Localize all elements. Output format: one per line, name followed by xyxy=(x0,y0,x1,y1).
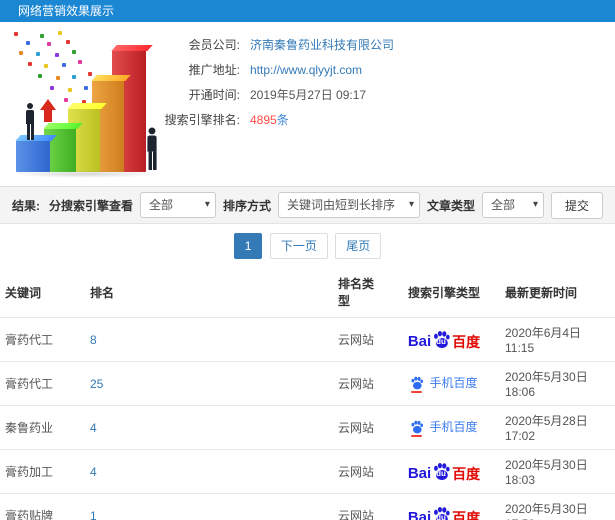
rank-link[interactable]: 1 xyxy=(90,509,97,520)
engine-cell: 手机百度 xyxy=(388,362,500,406)
table-header-row: 关键词 排名 排名类型 搜索引擎类型 最新更新时间 xyxy=(0,267,615,318)
keyword-cell: 秦鲁药业 xyxy=(5,421,54,435)
marketing-chart-illustration xyxy=(6,28,171,178)
keyword-ranking-table: 关键词 排名 排名类型 搜索引擎类型 最新更新时间 膏药代工 8 云网站 Bai du 百… xyxy=(0,267,615,520)
header-engine-type: 搜索引擎类型 xyxy=(407,285,480,300)
article-type-value: 全部 xyxy=(490,198,515,212)
baidu-mobile-underline xyxy=(411,390,423,393)
rank-count-value: 4895 xyxy=(250,113,277,127)
submit-button[interactable]: 提交 xyxy=(550,191,603,219)
open-time-row: 开通时间: 2019年5月27日 09:17 xyxy=(148,82,568,107)
next-page-button[interactable]: 下一页 xyxy=(269,233,328,259)
member-info-rows: 会员公司: 济南秦鲁药业科技有限公司 推广地址: http://www.qlyy… xyxy=(148,32,568,132)
article-type-select[interactable]: 全部 ▾ xyxy=(481,192,544,218)
engine-cell: 手机百度 xyxy=(388,406,500,450)
sort-filter-select[interactable]: 关键词由短到长排序 ▾ xyxy=(277,192,420,218)
rank-type-cell: 云网站 xyxy=(338,465,375,479)
baidu-paw-icon xyxy=(412,420,424,434)
keyword-cell: 膏药加工 xyxy=(5,465,54,479)
table-row: 膏药代工 25 云网站 手机百度 2020年5月30日 18:06 xyxy=(0,361,615,406)
floor-shadow xyxy=(10,170,160,178)
growth-arrow-icon xyxy=(40,99,56,122)
businessman-figure-right xyxy=(145,127,159,170)
rank-count-unit: 条 xyxy=(276,113,289,127)
update-time-cell: 2020年5月28日 17:02 xyxy=(505,414,588,443)
rank-cell: 4 xyxy=(85,406,333,450)
open-time-value: 2019年5月27日 09:17 xyxy=(250,88,367,102)
table-row: 膏药贴牌 1 云网站 Baidu百度 2020年5月30日 17:58 xyxy=(0,493,615,520)
rank-cell: 8 xyxy=(85,318,333,362)
update-time-cell: 2020年6月4日 11:15 xyxy=(505,326,582,355)
rank-count-label: 搜索引擎排名: xyxy=(164,113,240,127)
engine-filter-select[interactable]: 全部 ▾ xyxy=(139,192,216,218)
baidu-mobile-logo: 手机百度 xyxy=(410,418,478,437)
baidu-pc-logo: Bai du 百度 xyxy=(408,330,480,349)
baidu-pc-logo: Bai du 百度 xyxy=(408,506,480,520)
update-time-cell: 2020年5月30日 18:03 xyxy=(505,458,588,487)
page: 网络营销效果展示 会员公司: 济南秦鲁药业科技有限公司 推广地址: http:/… xyxy=(0,0,615,520)
rank-type-cell: 云网站 xyxy=(338,421,375,435)
businessman-figure-left xyxy=(24,103,36,140)
rank-link[interactable]: 4 xyxy=(90,465,97,479)
table-row: 秦鲁药业 4 云网站 手机百度 2020年5月28日 17:02 xyxy=(0,405,615,450)
rank-link[interactable]: 25 xyxy=(90,377,103,391)
engine-cell: Bai du 百度 xyxy=(388,494,500,520)
last-page-button[interactable]: 尾页 xyxy=(335,233,382,259)
sort-filter-value: 关键词由短到长排序 xyxy=(286,198,395,212)
page-1-button[interactable]: 1 xyxy=(233,233,263,259)
company-label: 会员公司: xyxy=(188,38,240,52)
engine-filter-label: 分搜索引擎查看 xyxy=(48,198,133,213)
rank-link[interactable]: 8 xyxy=(90,333,97,347)
rank-type-cell: 云网站 xyxy=(338,377,375,391)
results-filter-bar: 结果: 分搜索引擎查看 全部 ▾ 排序方式 关键词由短到长排序 ▾ 文章类型 全… xyxy=(0,186,615,224)
chevron-down-icon: ▾ xyxy=(204,199,210,210)
table-row: 膏药代工 8 云网站 Bai du 百度 2020年6月4日 11:15 xyxy=(0,317,615,362)
baidu-paw-icon xyxy=(412,376,424,390)
table-row: 膏药加工 4 云网站 Bai du 百度 2020年5月30日 18:03 xyxy=(0,449,615,494)
keyword-cell: 膏药代工 xyxy=(5,377,54,391)
baidu-mobile-underline xyxy=(411,434,423,437)
confetti-decoration xyxy=(14,32,18,36)
bar-blue xyxy=(16,140,50,172)
filter-group: 分搜索引擎查看 全部 ▾ 排序方式 关键词由短到长排序 ▾ 文章类型 全部 ▾ … xyxy=(48,191,603,219)
chevron-down-icon: ▾ xyxy=(532,199,538,210)
promo-url-row: 推广地址: http://www.qlyyjt.com xyxy=(148,57,568,82)
results-label: 结果: xyxy=(12,198,40,213)
rank-cell: 4 xyxy=(85,450,333,494)
rank-type-cell: 云网站 xyxy=(338,509,375,520)
pagination: 1 下一页 尾页 xyxy=(0,224,615,267)
sort-filter-label: 排序方式 xyxy=(222,198,271,213)
header-rank-type: 排名类型 xyxy=(338,277,375,308)
table-body: 膏药代工 8 云网站 Bai du 百度 2020年6月4日 11:15 膏药代工 25 云网站手… xyxy=(0,317,615,520)
open-time-label: 开通时间: xyxy=(188,88,240,102)
page-title-bar: 网络营销效果展示 xyxy=(0,0,615,22)
rank-cell: 1 xyxy=(85,494,333,520)
baidu-pc-logo: Bai du 百度 xyxy=(408,462,480,481)
member-info-section: 会员公司: 济南秦鲁药业科技有限公司 推广地址: http://www.qlyy… xyxy=(0,22,615,186)
rank-cell: 25 xyxy=(85,362,333,406)
rank-link[interactable]: 4 xyxy=(90,421,97,435)
chevron-down-icon: ▾ xyxy=(408,199,414,210)
header-update-time: 最新更新时间 xyxy=(505,285,578,300)
promo-url-label: 推广地址: xyxy=(188,63,240,77)
keyword-cell: 膏药贴牌 xyxy=(5,509,54,520)
company-row: 会员公司: 济南秦鲁药业科技有限公司 xyxy=(148,32,568,57)
rank-count-row: 搜索引擎排名: 4895条 xyxy=(148,107,568,132)
baidu-mobile-logo: 手机百度 xyxy=(410,374,478,393)
engine-cell: Bai du 百度 xyxy=(388,450,500,494)
page-title: 网络营销效果展示 xyxy=(18,4,115,18)
header-rank: 排名 xyxy=(90,285,115,300)
update-time-cell: 2020年5月30日 17:58 xyxy=(505,502,588,520)
rank-type-cell: 云网站 xyxy=(338,333,375,347)
company-link[interactable]: 济南秦鲁药业科技有限公司 xyxy=(250,38,394,52)
engine-cell: Bai du 百度 xyxy=(388,318,500,362)
article-type-label: 文章类型 xyxy=(426,198,475,213)
update-time-cell: 2020年5月30日 18:06 xyxy=(505,370,588,399)
promo-url-link[interactable]: http://www.qlyyjt.com xyxy=(250,63,362,77)
header-keyword: 关键词 xyxy=(5,285,42,300)
engine-filter-value: 全部 xyxy=(148,198,173,212)
keyword-cell: 膏药代工 xyxy=(5,333,54,347)
